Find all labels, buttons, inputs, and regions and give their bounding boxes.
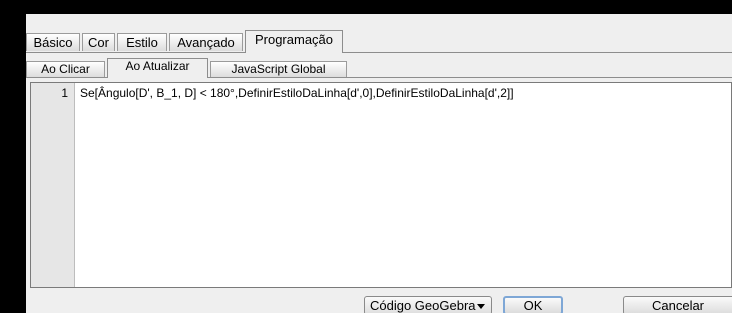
tab-estilo[interactable]: Estilo: [117, 33, 167, 51]
object-properties-panel: Básico Cor Estilo Avançado Programação A…: [26, 14, 732, 313]
cancel-button[interactable]: Cancelar: [623, 296, 732, 313]
chevron-down-icon: [477, 304, 485, 309]
subtab-ao-clicar[interactable]: Ao Clicar: [26, 61, 105, 77]
line-number: 1: [61, 86, 68, 100]
script-tab-bar: Ao Clicar Ao Atualizar JavaScript Global: [26, 58, 732, 78]
ok-button[interactable]: OK: [503, 296, 563, 313]
line-number-gutter: 1: [31, 83, 75, 287]
tab-programacao[interactable]: Programação: [245, 30, 343, 53]
subtab-ao-atualizar[interactable]: Ao Atualizar: [107, 58, 208, 78]
tab-basico[interactable]: Básico: [26, 33, 80, 51]
script-editor[interactable]: 1 Se[Ângulo[D', B_1, D] < 180°,DefinirEs…: [30, 82, 732, 288]
tab-avancado[interactable]: Avançado: [169, 33, 243, 51]
script-type-value: Código GeoGebra: [370, 298, 476, 313]
script-type-dropdown[interactable]: Código GeoGebra: [364, 296, 492, 313]
subtab-javascript-global[interactable]: JavaScript Global: [210, 61, 347, 77]
properties-tab-bar: Básico Cor Estilo Avançado Programação: [26, 30, 732, 53]
script-code-line[interactable]: Se[Ângulo[D', B_1, D] < 180°,DefinirEsti…: [80, 86, 514, 100]
tab-cor[interactable]: Cor: [82, 33, 115, 51]
